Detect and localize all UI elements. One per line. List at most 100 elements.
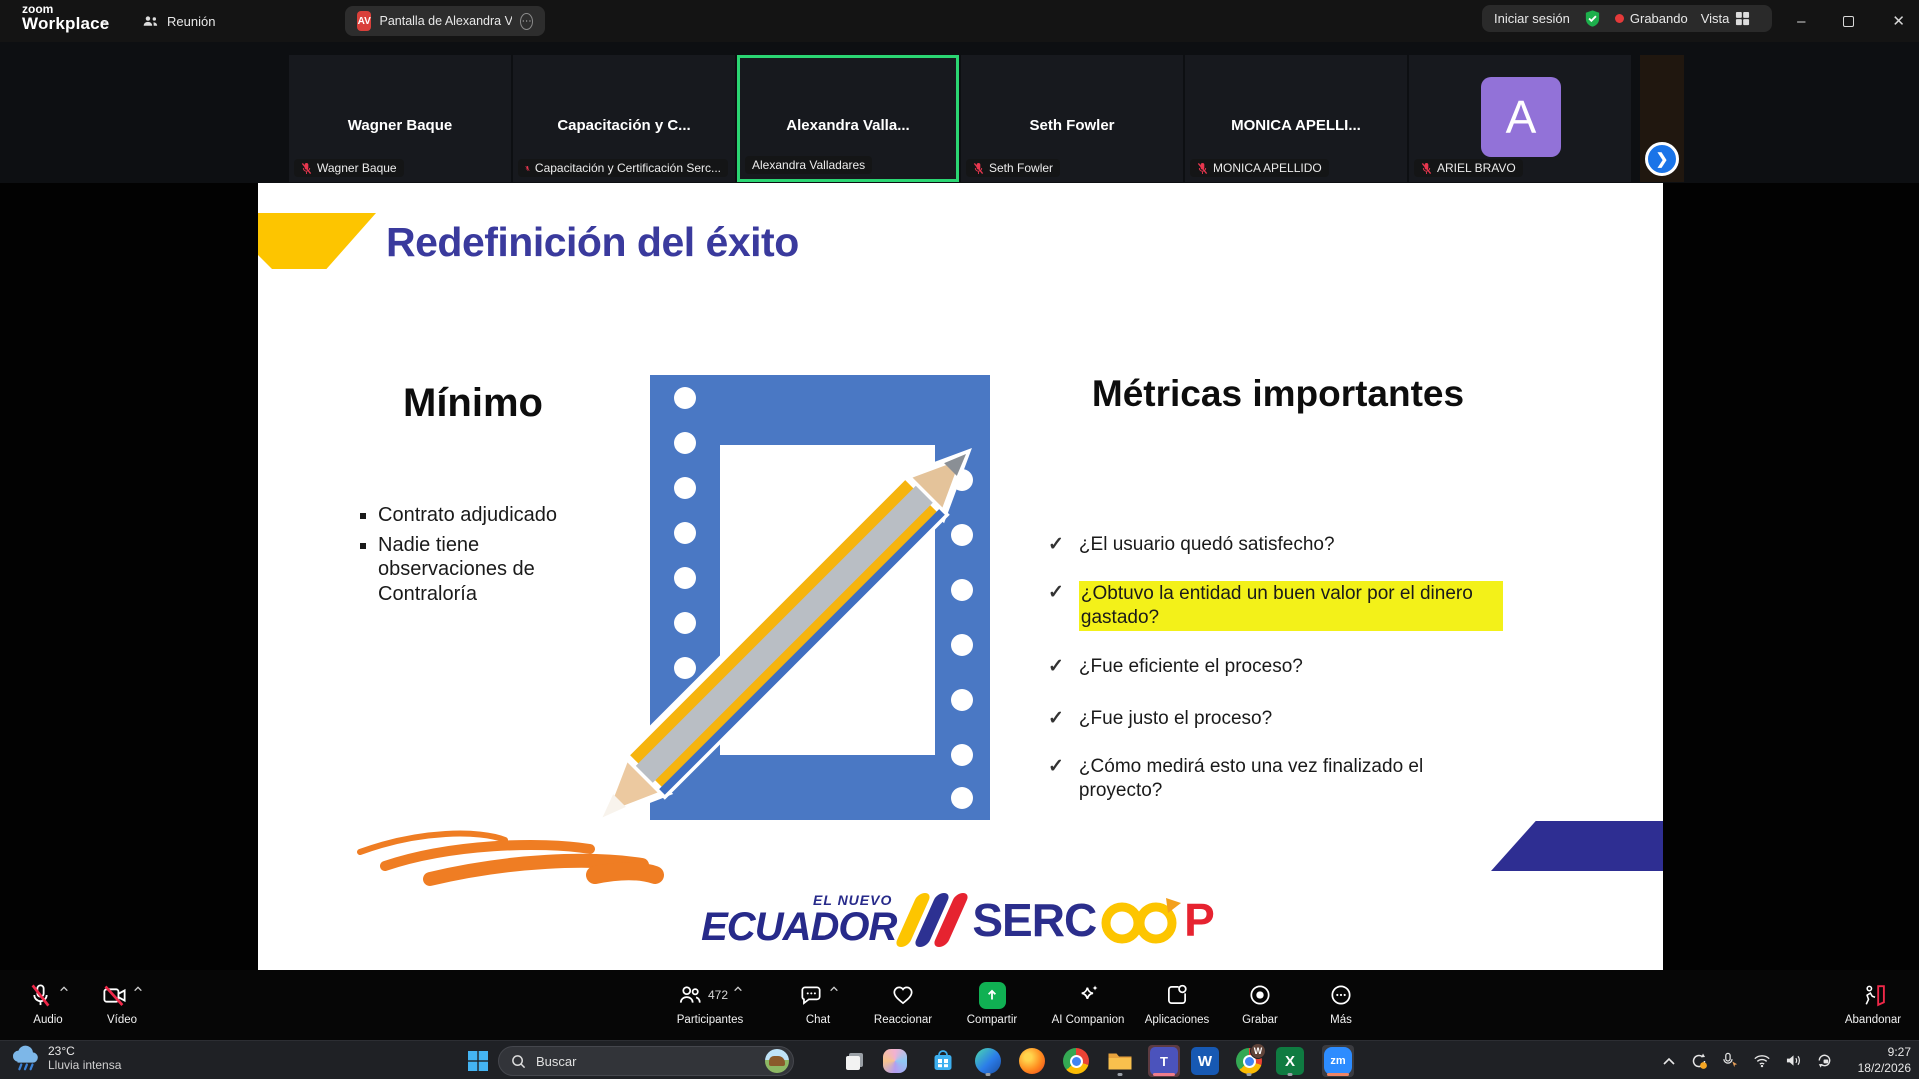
participant-tile[interactable]: A ARIEL BRAVO (1409, 55, 1631, 182)
signin-button[interactable]: Iniciar sesión (1494, 11, 1570, 26)
task-view-icon (843, 1049, 867, 1073)
excel-button[interactable]: X (1274, 1045, 1306, 1077)
participant-label: ARIEL BRAVO (1414, 159, 1523, 177)
participant-tile[interactable]: Seth Fowler Seth Fowler (961, 55, 1183, 182)
meeting-toolbar: Audio Vídeo 472 Participantes Chat (0, 970, 1919, 1040)
checklist-text: ¿Obtuvo la entidad un buen valor por el … (1079, 581, 1503, 631)
metrics-heading: Métricas importantes (1063, 373, 1493, 415)
participant-label: Wagner Baque (294, 159, 404, 177)
participant-name: Seth Fowler (961, 117, 1183, 134)
checklist-text: ¿Fue justo el proceso? (1079, 707, 1272, 731)
close-button[interactable]: ✕ (1892, 12, 1905, 30)
chrome-profile-button[interactable]: W (1233, 1045, 1265, 1077)
participant-tile-active-speaker[interactable]: Alexandra Valla... Alexandra Valladares (737, 55, 959, 182)
chevron-up-icon[interactable] (733, 985, 743, 993)
mic-in-use-icon[interactable] (1722, 1052, 1739, 1069)
start-button[interactable] (462, 1045, 494, 1077)
chevron-down-icon[interactable]: ⌄ (100, 14, 109, 27)
tray-time: 9:27 (1858, 1044, 1911, 1060)
sync-update-icon[interactable] (1690, 1052, 1708, 1070)
participants-button[interactable]: 472 Participantes (650, 980, 770, 1026)
weather-condition: Lluvia intensa (48, 1058, 121, 1072)
search-input[interactable]: Buscar (498, 1046, 794, 1076)
presentation-slide: Redefinición del éxito Mínimo Contrato a… (258, 183, 1663, 970)
tab-meeting[interactable]: Reunión (130, 6, 227, 36)
clock[interactable]: 9:27 18/2/2026 (1858, 1044, 1911, 1076)
tray-expand-icon[interactable] (1662, 1056, 1676, 1066)
profile-badge: W (1250, 1043, 1266, 1059)
search-daily-image[interactable] (765, 1049, 789, 1073)
sercop-logo-text: SERC (972, 893, 1096, 947)
metrics-checklist: ✓ ¿El usuario quedó satisfecho? ✓ ¿Obtuv… (1048, 533, 1503, 803)
participants-label: Participantes (677, 1014, 743, 1026)
chevron-up-icon[interactable] (133, 985, 143, 993)
file-explorer-button[interactable] (1104, 1045, 1136, 1077)
people-icon (142, 14, 159, 29)
excel-icon: X (1276, 1047, 1304, 1075)
tab-options-icon[interactable]: ⋯ (520, 13, 533, 30)
tab-shared-screen[interactable]: AV Pantalla de Alexandra Valladares ⋯ (345, 6, 545, 36)
leave-label: Abandonar (1845, 1014, 1901, 1026)
participant-tile[interactable]: Wagner Baque Wagner Baque (289, 55, 511, 182)
chevron-up-icon[interactable] (829, 985, 839, 993)
sercop-logo-p: P (1184, 893, 1215, 947)
check-icon: ✓ (1048, 755, 1064, 803)
chat-label: Chat (806, 1014, 830, 1026)
edge-icon (975, 1048, 1001, 1074)
zoom-workplace-logo: zoom Workplace (22, 3, 109, 32)
view-label: Vista (1701, 11, 1730, 26)
minimize-button[interactable]: – (1797, 13, 1805, 30)
recording-indicator: Grabando (1615, 11, 1688, 26)
checklist-item: ✓ ¿Fue eficiente el proceso? (1048, 655, 1503, 679)
view-button[interactable]: Vista (1701, 11, 1751, 26)
slide-corner-banner (1491, 821, 1663, 871)
history-icon[interactable] (1816, 1052, 1833, 1069)
brand-workplace: Workplace (22, 15, 109, 32)
copilot-button[interactable] (879, 1045, 911, 1077)
weather-widget[interactable]: 23°C Lluvia intensa (10, 1044, 121, 1072)
apps-icon (1164, 982, 1190, 1008)
speaker-icon[interactable] (1785, 1053, 1802, 1068)
muted-mic-icon (301, 162, 312, 175)
maximize-button[interactable] (1843, 16, 1854, 27)
firefox-button[interactable] (1016, 1045, 1048, 1077)
temperature: 23°C (48, 1044, 121, 1058)
check-icon: ✓ (1048, 707, 1064, 731)
avatar: A (1481, 77, 1561, 157)
participant-tile[interactable]: MONICA APELLI... MONICA APELLIDO (1185, 55, 1407, 182)
pencil-clipboard-illustration (290, 330, 1030, 890)
participants-icon (677, 982, 703, 1008)
titlebar-status-group: Iniciar sesión Grabando Vista (1482, 5, 1772, 32)
check-icon: ✓ (1048, 655, 1064, 679)
microsoft-store-icon (931, 1049, 955, 1073)
word-button[interactable]: W (1189, 1045, 1221, 1077)
rain-cloud-icon (10, 1044, 40, 1072)
wifi-icon[interactable] (1753, 1053, 1771, 1068)
edge-button[interactable] (972, 1045, 1004, 1077)
layout-grid-icon (1735, 11, 1750, 26)
zoom-icon: zm (1324, 1047, 1352, 1075)
participant-tile[interactable]: Capacitación y C... Capacitación y Certi… (513, 55, 735, 182)
more-icon (1328, 982, 1354, 1008)
chat-icon (798, 982, 824, 1008)
video-button[interactable]: Vídeo (62, 980, 182, 1026)
slide-title: Redefinición del éxito (386, 219, 799, 266)
task-view-button[interactable] (839, 1045, 871, 1077)
zoom-app-button[interactable]: zm (1322, 1045, 1354, 1077)
next-participants-button[interactable]: ❯ (1645, 142, 1679, 176)
video-label: Vídeo (107, 1014, 137, 1026)
more-button[interactable]: Más (1281, 980, 1401, 1026)
teams-button[interactable]: T (1148, 1045, 1180, 1077)
chrome-button[interactable] (1060, 1045, 1092, 1077)
store-button[interactable] (927, 1045, 959, 1077)
checklist-text: ¿Fue eficiente el proceso? (1079, 655, 1303, 679)
firefox-icon (1019, 1048, 1045, 1074)
word-icon: W (1191, 1047, 1219, 1075)
leave-door-icon (1860, 982, 1887, 1008)
record-label: Grabar (1242, 1014, 1278, 1026)
titlebar: zoom Workplace ⌄ Reunión AV Pantalla de … (0, 0, 1919, 42)
camera-muted-icon (101, 982, 128, 1009)
el-nuevo-ecuador-logo: EL NUEVO ECUADOR (701, 893, 896, 947)
leave-button[interactable]: Abandonar (1813, 980, 1919, 1026)
copilot-icon (883, 1049, 907, 1073)
